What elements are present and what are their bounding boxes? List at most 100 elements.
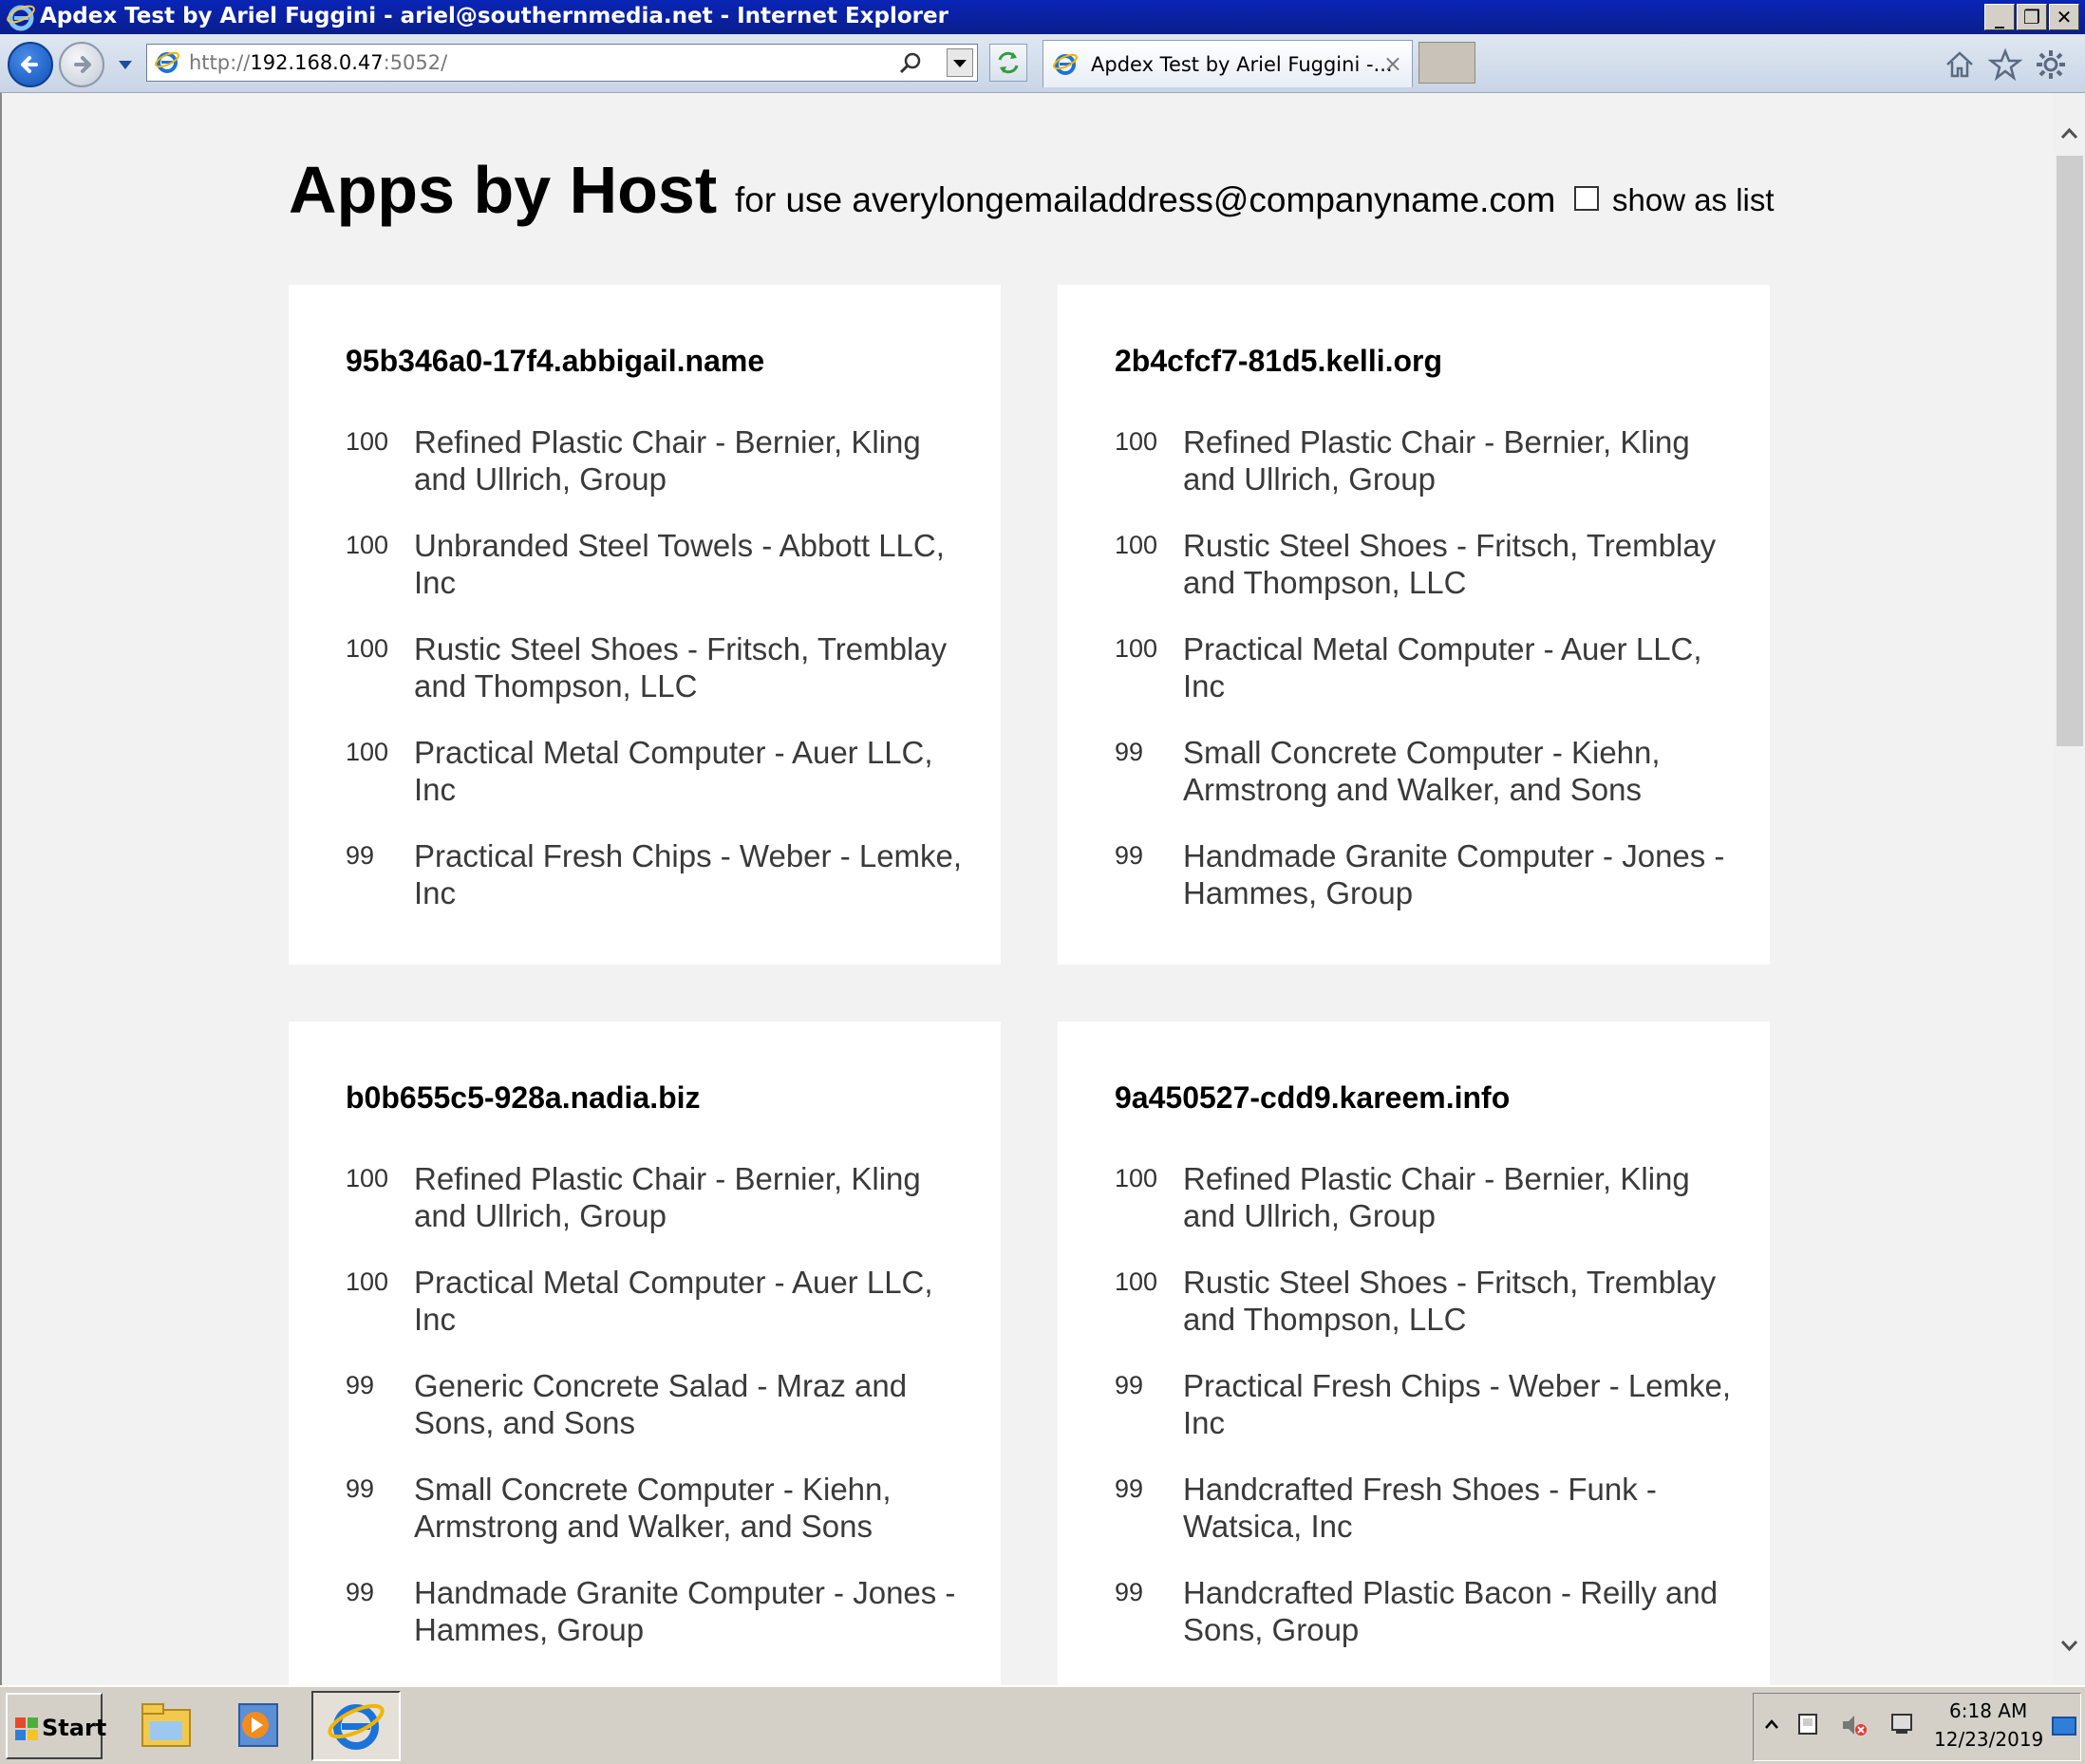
apdex-score: 100 [346, 1267, 389, 1296]
host-card: 9a450527-cdd9.kareem.info 100 Refined Pl… [1058, 1022, 1770, 1685]
app-name: Rustic Steel Shoes - Fritsch, Tremblay a… [1183, 1265, 1717, 1337]
clock-date[interactable]: 12/23/2019 [1934, 1728, 2043, 1751]
app-name: Handcrafted Fresh Shoes - Funk - Watsica… [1183, 1472, 1657, 1544]
back-arrow-icon [21, 56, 38, 73]
media-player-icon[interactable] [226, 1697, 289, 1755]
scroll-up-icon[interactable] [2054, 120, 2085, 148]
app-name: Refined Plastic Chair - Bernier, Kling a… [414, 1161, 921, 1233]
app-name: Unbranded Steel Towels - Abbott LLC, Inc [414, 528, 945, 600]
app-name: Rustic Steel Shoes - Fritsch, Tremblay a… [1183, 528, 1717, 600]
tab-ie-icon [1053, 53, 1078, 75]
window-title: Apdex Test by Ariel Fuggini - ariel@sout… [40, 4, 949, 28]
show-as-list-checkbox[interactable] [1574, 186, 1599, 211]
page-content: Apps by Host for use averylongemailaddre… [0, 93, 2054, 1685]
clock-time[interactable]: 6:18 AM [1949, 1699, 2027, 1722]
apdex-score: 100 [346, 1164, 389, 1192]
apdex-score: 99 [1115, 1474, 1144, 1503]
chevron-down-icon [953, 60, 967, 67]
url-field[interactable]: http://192.168.0.47:5052/ [189, 51, 854, 74]
app-name: Practical Metal Computer - Auer LLC, Inc [1183, 631, 1702, 704]
network-icon[interactable] [1794, 1711, 1822, 1739]
apdex-score: 99 [1115, 841, 1144, 870]
apdex-score: 99 [1115, 1371, 1144, 1399]
gear-icon[interactable] [2034, 47, 2068, 82]
internet-explorer-icon [7, 5, 35, 31]
host-name: 9a450527-cdd9.kareem.info [1115, 1080, 1511, 1115]
show-as-list-label[interactable]: show as list [1612, 182, 1775, 218]
apdex-score: 100 [346, 738, 389, 766]
window-titlebar: Apdex Test by Ariel Fuggini - ariel@sout… [0, 0, 2085, 34]
app-name: Small Concrete Computer - Kiehn, Armstro… [414, 1472, 892, 1544]
app-name: Small Concrete Computer - Kiehn, Armstro… [1183, 735, 1661, 807]
windows-flag-icon [15, 1717, 38, 1740]
scrollbar-thumb[interactable] [2057, 156, 2083, 746]
favorites-star-icon[interactable] [1988, 47, 2022, 82]
refresh-icon [998, 51, 1019, 74]
show-desktop-icon[interactable] [2050, 1713, 2078, 1741]
apdex-score: 100 [346, 427, 389, 456]
apdex-score: 100 [1115, 1164, 1158, 1192]
home-icon[interactable] [1943, 47, 1977, 82]
app-name: Practical Fresh Chips - Weber - Lemke, I… [1183, 1368, 1732, 1440]
host-name: 2b4cfcf7-81d5.kelli.org [1115, 344, 1443, 378]
tab-apdex-test[interactable]: Apdex Test by Ariel Fuggini -... × [1042, 40, 1413, 87]
app-name: Handcrafted Plastic Bacon - Reilly and S… [1183, 1575, 1719, 1647]
internet-explorer-task-button[interactable] [311, 1691, 401, 1761]
apdex-score: 100 [346, 634, 389, 663]
apdex-score: 99 [346, 841, 375, 870]
page-title: Apps by Host [289, 153, 718, 227]
minimize-button[interactable]: _ [1984, 4, 2015, 30]
tab-label: Apdex Test by Ariel Fuggini -... [1091, 53, 1393, 76]
start-button[interactable]: Start [6, 1693, 107, 1759]
app-name: Generic Concrete Salad - Mraz and Sons, … [414, 1368, 908, 1440]
app-name: Practical Fresh Chips - Weber - Lemke, I… [414, 838, 963, 910]
host-name: 95b346a0-17f4.abbigail.name [346, 344, 765, 378]
forward-arrow-icon [74, 56, 91, 73]
restore-button[interactable]: ❐ [2017, 4, 2047, 30]
page-ie-icon [155, 51, 179, 73]
tab-close-icon[interactable]: × [1383, 50, 1402, 77]
app-name: Handmade Granite Computer - Jones - Hamm… [414, 1575, 956, 1647]
system-tray: 6:18 AM 12/23/2019 [1753, 1693, 2081, 1761]
apdex-score: 99 [346, 1474, 375, 1503]
forward-button[interactable] [59, 42, 104, 87]
host-name: b0b655c5-928a.nadia.biz [346, 1080, 701, 1115]
ie-task-icon [328, 1703, 385, 1750]
address-dropdown-button[interactable] [947, 48, 973, 77]
host-card: b0b655c5-928a.nadia.biz 100 Refined Plas… [289, 1022, 1001, 1685]
recent-pages-dropdown-icon[interactable] [116, 57, 135, 72]
apdex-score: 100 [1115, 427, 1158, 456]
page-subtitle: for use averylongemailaddress@companynam… [735, 180, 1556, 219]
windows-taskbar: Start 6:18 AM 12/23/2019 [0, 1685, 2085, 1764]
compatibility-refresh-button[interactable] [989, 44, 1027, 82]
show-hidden-icons-icon[interactable] [1761, 1715, 1782, 1736]
start-label: Start [42, 1715, 107, 1741]
close-window-button[interactable]: ✕ [2049, 4, 2079, 30]
new-tab-button[interactable] [1418, 42, 1475, 84]
volume-muted-icon[interactable] [1839, 1711, 1869, 1739]
apdex-score: 100 [1115, 1267, 1158, 1296]
back-button[interactable] [8, 42, 53, 87]
address-bar[interactable]: http://192.168.0.47:5052/ [146, 44, 978, 82]
apdex-score: 99 [346, 1578, 375, 1606]
apdex-score: 99 [1115, 1578, 1144, 1606]
scroll-down-icon[interactable] [2054, 1631, 2085, 1660]
vertical-scrollbar[interactable] [2054, 93, 2085, 1685]
apdex-score: 99 [346, 1371, 375, 1399]
host-card: 95b346a0-17f4.abbigail.name 100 Refined … [289, 285, 1001, 965]
app-name: Practical Metal Computer - Auer LLC, Inc [414, 1265, 933, 1337]
apdex-score: 100 [1115, 531, 1158, 559]
app-name: Refined Plastic Chair - Bernier, Kling a… [1183, 424, 1690, 497]
browser-navigation-bar: http://192.168.0.47:5052/ Apdex Test by … [0, 34, 2085, 93]
app-name: Practical Metal Computer - Auer LLC, Inc [414, 735, 933, 807]
app-name: Refined Plastic Chair - Bernier, Kling a… [1183, 1161, 1690, 1233]
action-center-icon[interactable] [1887, 1709, 1917, 1739]
apdex-score: 100 [346, 531, 389, 559]
app-name: Rustic Steel Shoes - Fritsch, Tremblay a… [414, 631, 948, 704]
host-card: 2b4cfcf7-81d5.kelli.org 100 Refined Plas… [1058, 285, 1770, 965]
app-name: Refined Plastic Chair - Bernier, Kling a… [414, 424, 921, 497]
file-explorer-icon[interactable] [135, 1697, 197, 1755]
app-name: Handmade Granite Computer - Jones - Hamm… [1183, 838, 1725, 910]
apdex-score: 100 [1115, 634, 1158, 663]
search-icon[interactable] [897, 50, 924, 77]
